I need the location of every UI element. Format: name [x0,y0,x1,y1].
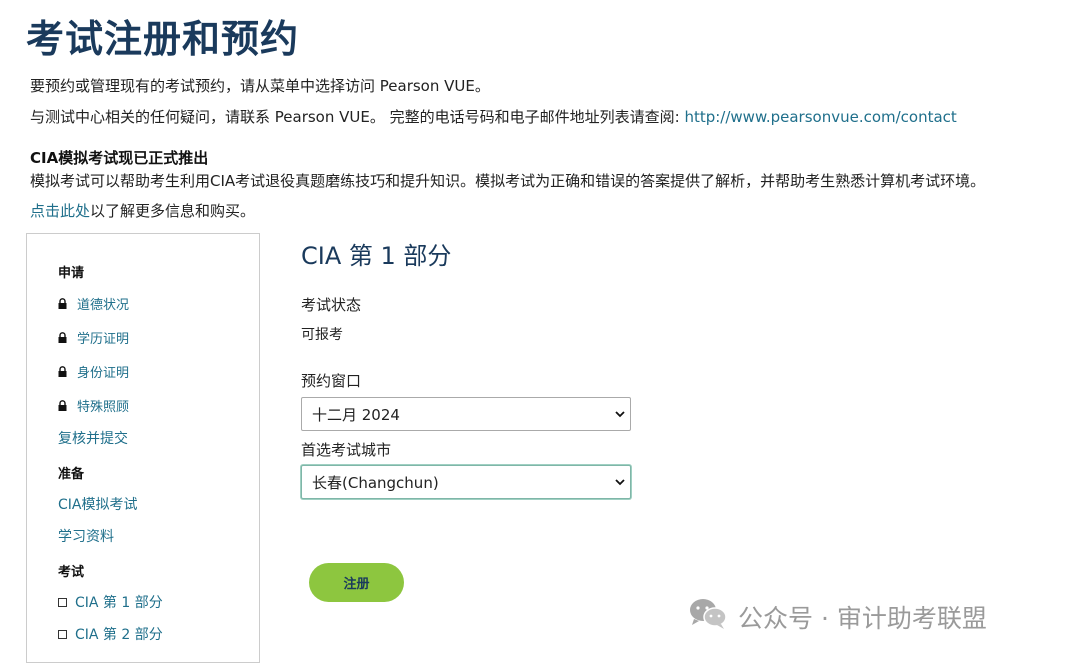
sidebar-item-identity[interactable]: 身份证明 [58,362,129,381]
click-here-link[interactable]: 点击此处 [30,202,90,220]
lock-icon [58,331,68,344]
watermark: 公众号 · 审计助考联盟 [688,597,987,637]
sidebar-heading-exam: 考试 [58,565,85,580]
register-button[interactable]: 注册 [309,563,404,602]
sidebar-item-label: 特殊照顾 [77,400,130,415]
sidebar-item-study-materials[interactable]: 学习资料 [58,526,114,546]
watermark-text: 公众号 · 审计助考联盟 [738,604,987,633]
sidebar-item-education[interactable]: 学历证明 [58,328,129,347]
exam-status-value: 可报考 [301,327,343,343]
sidebar-item-practice-exam[interactable]: CIA模拟考试 [58,494,137,514]
promo-title: CIA模拟考试现已正式推出 [30,149,209,167]
sidebar-item-cia-part-1[interactable]: CIA 第 1 部分 [58,592,163,612]
promo-link-line: 点击此处以了解更多信息和购买。 [30,200,255,221]
city-select-value: 长春(Changchun) [312,473,439,492]
exam-status-label: 考试状态 [301,296,362,314]
sidebar-item-label: CIA 第 1 部分 [75,595,163,611]
window-select[interactable]: 十二月 2024 [301,397,631,431]
sidebar: 申请 道德状况 学历证明 身份证明 特殊照顾 复核并提交 准备 CIA模拟考试 … [26,233,260,663]
promo-link-suffix: 以了解更多信息和购买。 [90,202,256,220]
city-select[interactable]: 长春(Changchun) [301,465,631,499]
sidebar-item-cia-part-2[interactable]: CIA 第 2 部分 [58,624,163,644]
sidebar-item-label: 道德状况 [77,298,130,313]
lock-icon [58,399,68,412]
lock-icon [58,365,68,378]
chevron-down-icon [610,410,630,418]
wechat-icon [688,597,728,637]
window-label: 预约窗口 [301,372,362,390]
sidebar-item-review-submit[interactable]: 复核并提交 [58,428,128,448]
page-title: 考试注册和预约 [26,17,300,61]
sidebar-heading-apply: 申请 [58,266,85,281]
lock-icon [58,297,68,310]
sidebar-item-ethics[interactable]: 道德状况 [58,294,129,313]
sidebar-heading-prepare: 准备 [58,467,85,482]
contact-text: 与测试中心相关的任何疑问，请联系 Pearson VUE。 完整的电话号码和电子… [30,108,685,126]
intro-text-1: 要预约或管理现有的考试预约，请从菜单中选择访问 Pearson VUE。 [30,77,490,95]
window-select-value: 十二月 2024 [312,405,400,424]
sidebar-item-label: CIA 第 2 部分 [75,627,163,643]
checkbox-icon [58,597,67,607]
section-title: CIA 第 1 部分 [301,242,452,270]
sidebar-item-accommodation[interactable]: 特殊照顾 [58,396,129,415]
chevron-down-icon [610,478,630,486]
checkbox-icon [58,629,67,639]
intro-text-2: 与测试中心相关的任何疑问，请联系 Pearson VUE。 完整的电话号码和电子… [30,106,957,127]
promo-text: 模拟考试可以帮助考生利用CIA考试退役真题磨练技巧和提升知识。模拟考试为正确和错… [30,172,986,190]
sidebar-item-label: 学历证明 [77,332,130,347]
sidebar-item-label: 身份证明 [77,366,130,381]
contact-link[interactable]: http://www.pearsonvue.com/contact [684,108,956,126]
city-label: 首选考试城市 [301,441,392,459]
